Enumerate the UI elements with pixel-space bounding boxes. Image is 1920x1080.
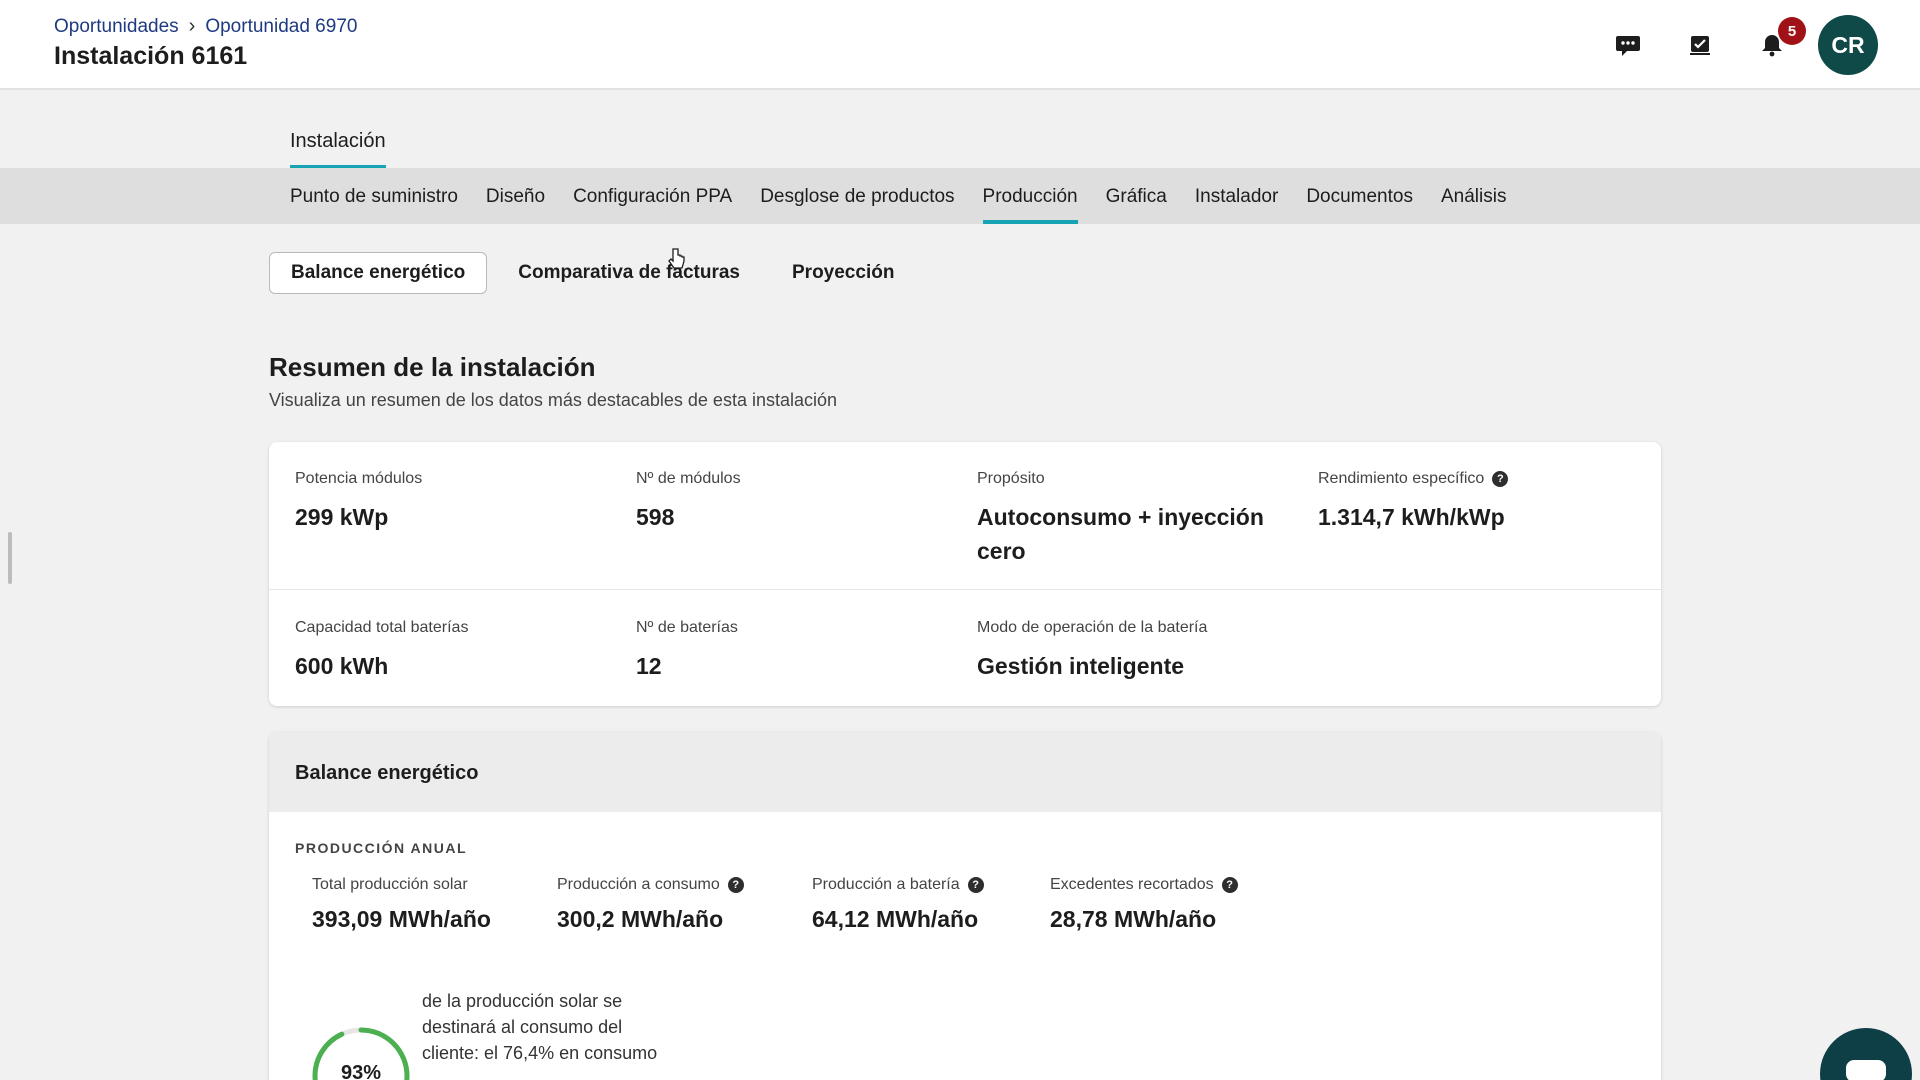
tab-instalacion[interactable]: Instalación: [290, 130, 386, 169]
cell-value: 600 kWh: [295, 653, 389, 679]
cell-value: 598: [636, 504, 675, 530]
metric-total-produccion: Total producción solar 393,09 MWh/año: [312, 876, 491, 933]
cell-label: Potencia módulos: [295, 470, 423, 487]
metric-value: 393,09 MWh/año: [312, 906, 491, 932]
summary-cell: Nº de módulos 598: [636, 470, 936, 534]
notification-badge: 5: [1778, 17, 1806, 45]
chevron-right-icon: ›: [188, 15, 196, 37]
chat-icon[interactable]: [1606, 23, 1650, 67]
secondary-nav: Punto de suministro Diseño Configuración…: [0, 168, 1920, 224]
chat-launcher-button[interactable]: [1820, 1028, 1912, 1080]
breadcrumb-item-oportunidades[interactable]: Oportunidades: [54, 16, 179, 38]
summary-cell: Potencia módulos 299 kWp: [295, 470, 595, 534]
summary-cell: Modo de operación de la batería Gestión …: [977, 619, 1297, 683]
ring-percent: 93%: [340, 1062, 382, 1080]
metric-label: Total producción solar: [312, 876, 468, 893]
pill-comparativa-de-facturas[interactable]: Comparativa de facturas: [497, 253, 761, 293]
summary-cell: Propósito Autoconsumo + inyección cero: [977, 470, 1297, 568]
annual-production-label: PRODUCCIÓN ANUAL: [295, 840, 468, 856]
summary-title: Resumen de la instalación: [269, 352, 596, 382]
metric-produccion-consumo: Producción a consumo ? 300,2 MWh/año: [557, 876, 744, 933]
tab-desglose-de-productos[interactable]: Desglose de productos: [760, 186, 954, 224]
metric-value: 300,2 MWh/año: [557, 906, 724, 932]
balance-title: Balance energético: [269, 732, 1661, 812]
tab-produccion[interactable]: Producción: [982, 186, 1078, 224]
tab-instalador[interactable]: Instalador: [1195, 186, 1278, 224]
metric-excedentes-recortados: Excedentes recortados ? 28,78 MWh/año: [1050, 876, 1238, 933]
cell-value: Gestión inteligente: [977, 653, 1185, 679]
metric-value: 28,78 MWh/año: [1050, 906, 1217, 932]
help-icon[interactable]: ?: [727, 877, 744, 893]
cell-label: Propósito: [977, 470, 1045, 487]
cell-value: 1.314,7 kWh/kWp: [1318, 504, 1505, 530]
cell-label: Nº de módulos: [636, 470, 741, 487]
summary-card: Potencia módulos 299 kWp Nº de módulos 5…: [269, 442, 1661, 706]
tab-punto-de-suministro[interactable]: Punto de suministro: [290, 186, 458, 224]
metric-label: Producción a batería: [812, 876, 960, 893]
tab-configuracion-ppa[interactable]: Configuración PPA: [573, 186, 732, 224]
balance-card: Balance energético PRODUCCIÓN ANUAL Tota…: [269, 732, 1661, 1080]
tasks-icon[interactable]: [1678, 23, 1722, 67]
avatar[interactable]: CR: [1818, 15, 1878, 75]
breadcrumb: Oportunidades › Oportunidad 6970: [54, 15, 357, 38]
breadcrumb-item-oportunidad[interactable]: Oportunidad 6970: [205, 16, 357, 38]
cell-label: Nº de baterías: [636, 619, 738, 636]
pill-balance-energetico[interactable]: Balance energético: [269, 252, 488, 294]
tab-documentos[interactable]: Documentos: [1306, 186, 1413, 224]
help-icon[interactable]: ?: [1221, 877, 1238, 893]
ring-description: de la producción solar se destinará al c…: [422, 991, 658, 1063]
tab-diseno[interactable]: Diseño: [486, 186, 545, 224]
self-consumption-ring: 93%: [311, 1026, 411, 1080]
bell-icon[interactable]: 5: [1750, 17, 1806, 67]
cell-value: Autoconsumo + inyección cero: [977, 504, 1264, 564]
metric-label: Producción a consumo: [557, 876, 720, 893]
summary-cell: Nº de baterías 12: [636, 619, 936, 683]
summary-row: Potencia módulos 299 kWp Nº de módulos 5…: [269, 442, 1661, 590]
cell-value: 299 kWp: [295, 504, 389, 530]
cell-label: Modo de operación de la batería: [977, 619, 1208, 636]
sidebar-handle[interactable]: [8, 532, 12, 584]
metric-label: Excedentes recortados: [1050, 876, 1214, 893]
summary-cell: Capacidad total baterías 600 kWh: [295, 619, 595, 683]
help-icon[interactable]: ?: [967, 877, 984, 893]
cell-label: Rendimiento específico: [1318, 470, 1485, 487]
page-title: Instalación 6161: [54, 42, 248, 70]
view-switcher: Balance energético Comparativa de factur…: [269, 252, 925, 294]
help-icon[interactable]: ?: [1492, 471, 1509, 487]
tab-analisis[interactable]: Análisis: [1441, 186, 1506, 224]
chat-icon: [1846, 1060, 1886, 1080]
cursor-icon: [668, 248, 686, 277]
cell-value: 12: [636, 653, 662, 679]
summary-subtitle: Visualiza un resumen de los datos más de…: [269, 390, 838, 410]
metric-produccion-bateria: Producción a batería ? 64,12 MWh/año: [812, 876, 984, 933]
summary-row: Capacidad total baterías 600 kWh Nº de b…: [269, 591, 1661, 706]
header-actions: 5 CR: [1578, 15, 1878, 75]
summary-cell: Rendimiento específico ? 1.314,7 kWh/kWp: [1318, 470, 1618, 534]
metric-value: 64,12 MWh/año: [812, 906, 979, 932]
pill-proyeccion[interactable]: Proyección: [771, 253, 915, 293]
tab-grafica[interactable]: Gráfica: [1106, 186, 1167, 224]
top-bar: Oportunidades › Oportunidad 6970 Instala…: [0, 0, 1920, 90]
cell-label: Capacidad total baterías: [295, 619, 469, 636]
